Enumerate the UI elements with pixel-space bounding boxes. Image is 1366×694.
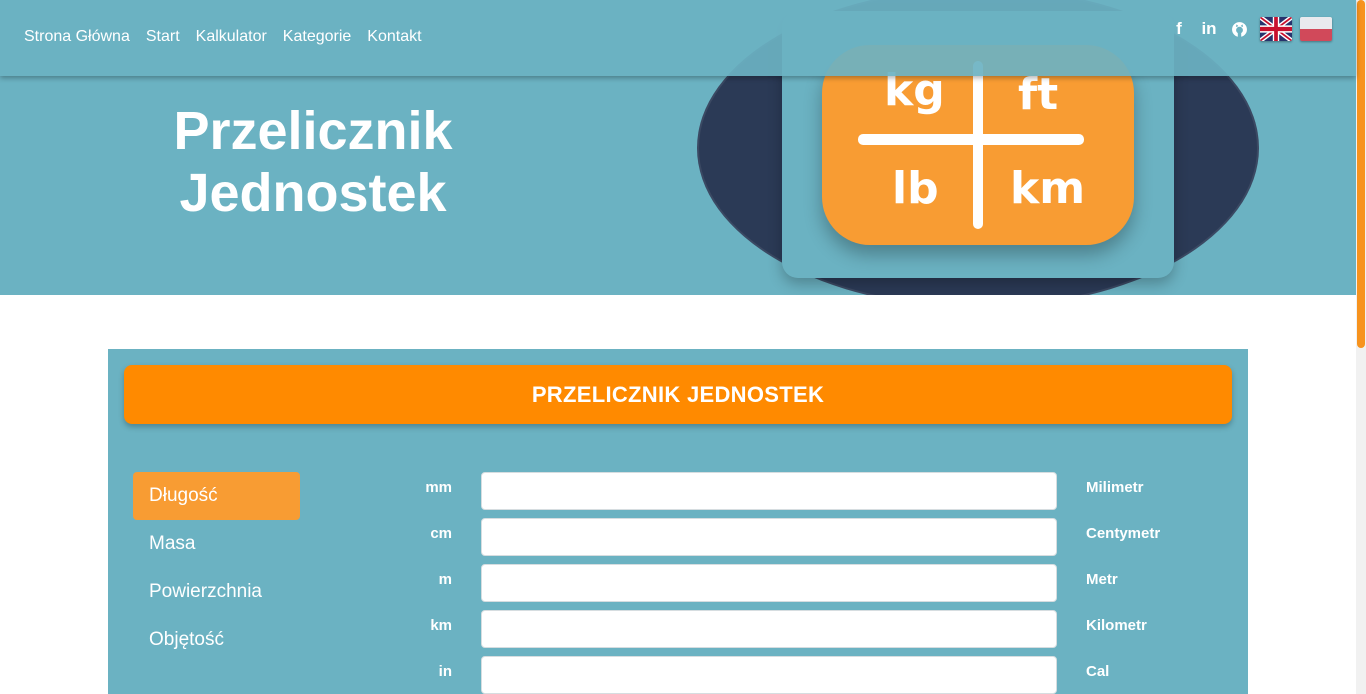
millimeter-input[interactable] — [481, 472, 1057, 510]
unit-row-mm: mm Milimetr — [108, 472, 1248, 510]
nav-link-start[interactable]: Start — [146, 27, 180, 47]
page-title-line-2: Jednostek — [179, 163, 447, 223]
github-icon-glyph — [1231, 21, 1247, 37]
unit-name: Centymetr — [1086, 525, 1161, 542]
unit-row-cm: cm Centymetr — [108, 518, 1248, 556]
social-links: f in — [1170, 18, 1248, 40]
page-title: Przelicznik Jednostek — [150, 100, 476, 224]
unit-symbol: cm — [430, 525, 452, 542]
github-icon[interactable] — [1230, 18, 1248, 40]
nav-link-contact[interactable]: Kontakt — [367, 27, 421, 47]
unit-row-m: m Metr — [108, 564, 1248, 602]
nav-link-categories[interactable]: Kategorie — [283, 27, 352, 47]
facebook-icon[interactable]: f — [1170, 18, 1188, 40]
logo-unit-lb: lb — [892, 163, 939, 214]
linkedin-icon[interactable]: in — [1200, 18, 1218, 40]
converter-header: PRZELICZNIK JEDNOSTEK — [124, 365, 1232, 424]
logo-unit-km: km — [1010, 163, 1086, 214]
unit-name: Cal — [1086, 663, 1110, 680]
unit-name: Metr — [1086, 571, 1118, 588]
pl-flag-white-stripe — [1300, 17, 1332, 29]
inch-input[interactable] — [481, 656, 1057, 694]
unit-name: Kilometr — [1086, 617, 1147, 634]
nav-link-home[interactable]: Strona Główna — [24, 27, 130, 47]
unit-row-km: km Kilometr — [108, 610, 1248, 648]
logo-unit-ft: ft — [1018, 69, 1059, 120]
pl-flag-red-stripe — [1300, 29, 1332, 41]
uk-flag-glyph — [1260, 17, 1292, 41]
page-title-line-1: Przelicznik — [173, 101, 453, 161]
meter-input[interactable] — [481, 564, 1057, 602]
scrollbar-thumb[interactable] — [1357, 0, 1365, 348]
nav-link-calculator[interactable]: Kalkulator — [196, 27, 267, 47]
nav-links: Strona Główna Start Kalkulator Kategorie… — [24, 27, 422, 47]
unit-symbol: km — [430, 617, 452, 634]
converter-panel: PRZELICZNIK JEDNOSTEK Długość Masa Powie… — [108, 349, 1248, 694]
top-navbar: Strona Główna Start Kalkulator Kategorie… — [0, 0, 1356, 76]
unit-symbol: m — [438, 571, 452, 588]
centimeter-input[interactable] — [481, 518, 1057, 556]
unit-row-in: in Cal — [108, 656, 1248, 694]
uk-flag-icon[interactable] — [1260, 17, 1292, 41]
unit-name: Milimetr — [1086, 479, 1144, 496]
logo-vertical-line — [973, 61, 983, 229]
kilometer-input[interactable] — [481, 610, 1057, 648]
pl-flag-icon[interactable] — [1300, 17, 1332, 41]
unit-symbol: mm — [425, 479, 452, 496]
logo-horizontal-line — [858, 134, 1084, 145]
unit-symbol: in — [438, 663, 452, 680]
